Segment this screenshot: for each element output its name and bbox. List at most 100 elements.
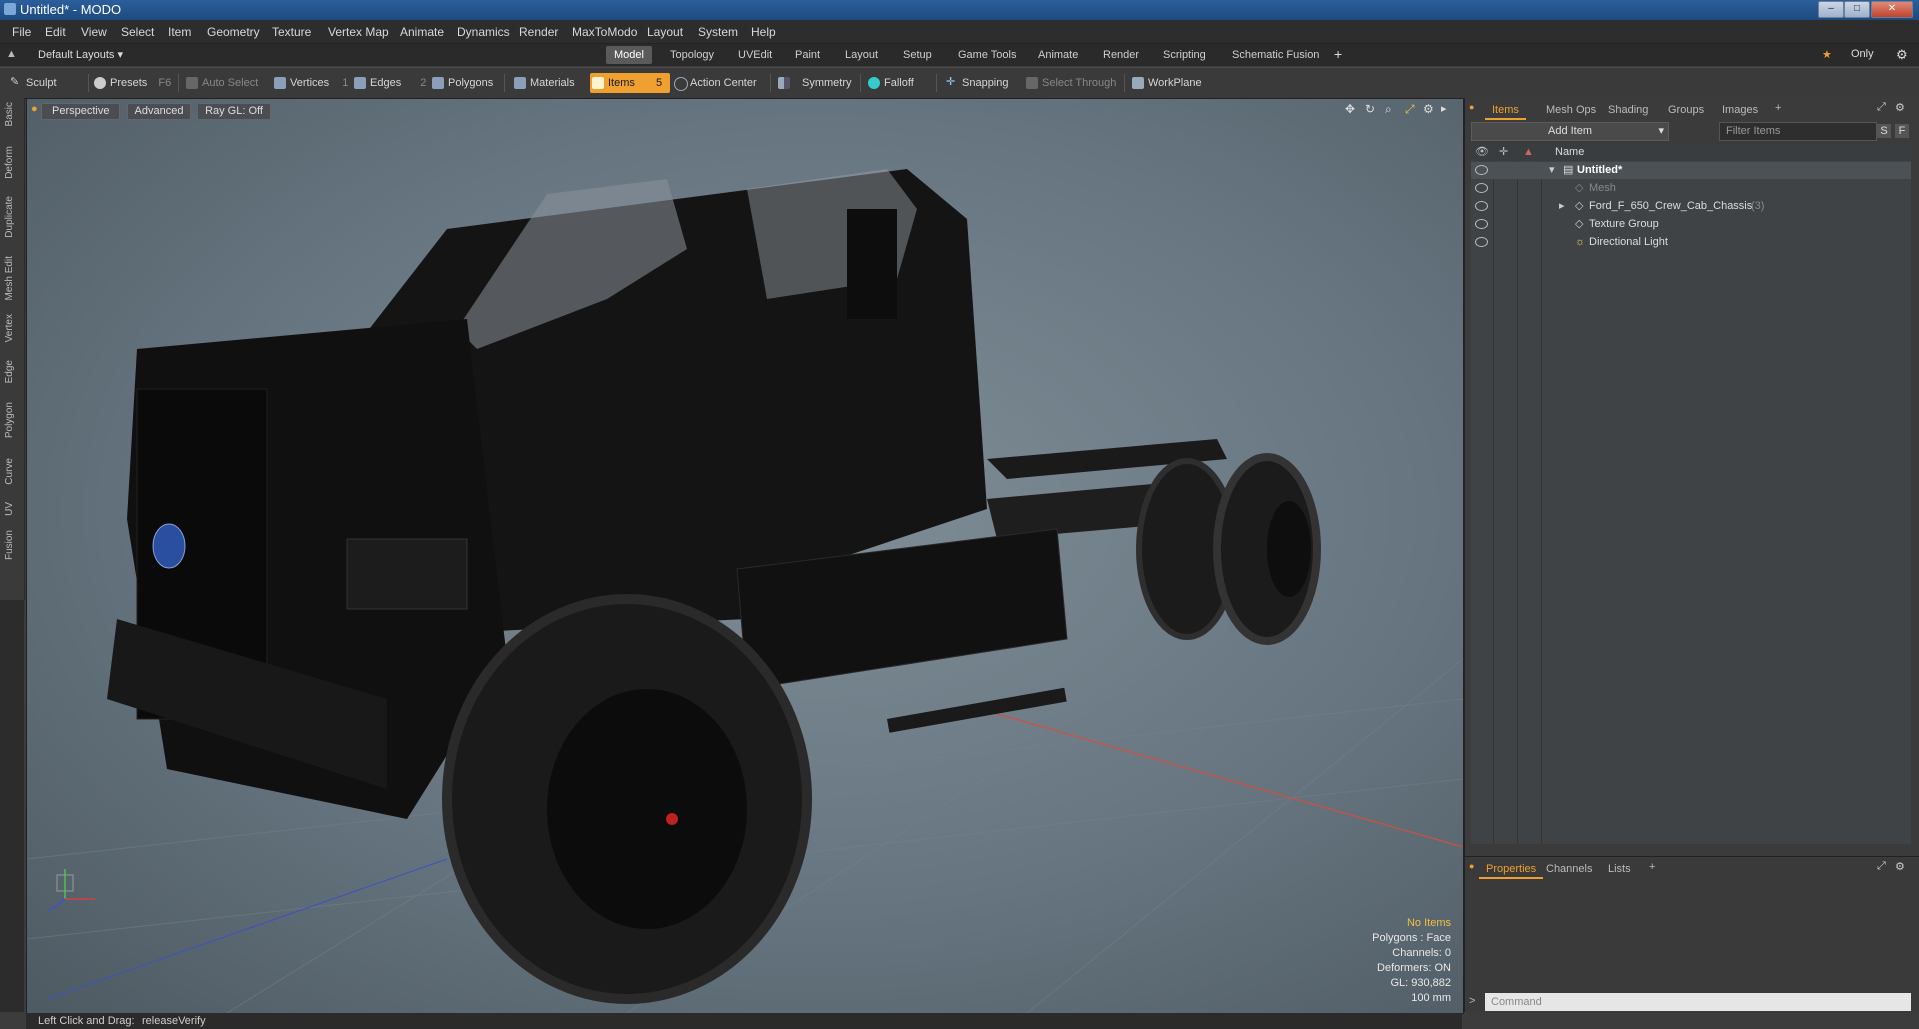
filter-items-input[interactable]: Filter Items xyxy=(1719,122,1877,141)
tab-animate[interactable]: Animate xyxy=(1030,46,1086,64)
left-tab-basic[interactable]: Basic xyxy=(4,102,15,126)
visibility-eye-icon[interactable] xyxy=(1475,165,1488,175)
tree-row-texture-group[interactable]: ◇ Texture Group xyxy=(1471,216,1911,233)
materials-button[interactable]: Materials xyxy=(512,73,575,93)
items-button[interactable]: Items 5 xyxy=(590,73,671,93)
tab-paint[interactable]: Paint xyxy=(787,46,828,64)
snapping-button[interactable]: ✛ Snapping xyxy=(944,73,1009,93)
action-center-button[interactable]: Action Center xyxy=(672,73,757,93)
menu-view[interactable]: View xyxy=(81,25,107,39)
gear-icon[interactable]: ⚙ xyxy=(1896,47,1908,63)
tab-game-tools[interactable]: Game Tools xyxy=(950,46,1025,64)
auto-select-button[interactable]: Auto Select xyxy=(184,73,258,93)
tree-row-untitled[interactable]: ▾ ▤ Untitled* xyxy=(1471,162,1911,179)
zoom-icon[interactable]: ⌕ xyxy=(1385,102,1392,117)
panel-settings-icon[interactable]: ⚙ xyxy=(1895,101,1905,114)
tab-shading[interactable]: Shading xyxy=(1601,102,1655,118)
menu-vertex-map[interactable]: Vertex Map xyxy=(328,25,389,39)
tab-groups[interactable]: Groups xyxy=(1661,102,1711,118)
maximize-button[interactable]: □ xyxy=(1844,1,1870,18)
layout-selector[interactable]: Default Layouts ▾ xyxy=(38,48,123,61)
close-button[interactable]: ✕ xyxy=(1871,1,1913,18)
tab-uvedit[interactable]: UVEdit xyxy=(730,46,780,64)
layout-collapse-icon[interactable]: ▲ xyxy=(6,48,17,60)
tab-images[interactable]: Images xyxy=(1715,102,1765,118)
menu-file[interactable]: File xyxy=(12,25,31,39)
sculpt-button[interactable]: ✎ Sculpt xyxy=(8,73,57,93)
props-options-icon[interactable]: ● xyxy=(1469,861,1474,871)
left-tab-uv[interactable]: UV xyxy=(4,502,15,516)
only-toggle[interactable]: Only xyxy=(1851,48,1874,60)
rotate-icon[interactable]: ↻ xyxy=(1365,102,1375,116)
tab-mesh-ops[interactable]: Mesh Ops xyxy=(1539,102,1603,118)
symmetry-button[interactable]: Symmetry xyxy=(776,73,852,93)
left-tab-duplicate[interactable]: Duplicate xyxy=(4,196,15,238)
name-column-header[interactable]: Name xyxy=(1555,144,1584,161)
panel-options-icon[interactable]: ● xyxy=(1469,102,1474,112)
menu-geometry[interactable]: Geometry xyxy=(207,25,260,39)
minimize-button[interactable]: – xyxy=(1818,1,1844,18)
panel-maximize-icon[interactable]: ⤢ xyxy=(1877,101,1886,114)
view-mode-dropdown[interactable]: Perspective xyxy=(41,103,121,120)
presets-button[interactable]: Presets F6 xyxy=(92,73,171,93)
edges-button[interactable]: Edges 2 xyxy=(352,73,426,93)
menu-render[interactable]: Render xyxy=(519,25,558,39)
menu-item[interactable]: Item xyxy=(168,25,191,39)
tab-properties[interactable]: Properties xyxy=(1479,861,1544,879)
tab-setup[interactable]: Setup xyxy=(895,46,940,64)
workplane-button[interactable]: WorkPlane xyxy=(1130,73,1202,93)
props-settings-icon[interactable]: ⚙ xyxy=(1895,860,1905,873)
visibility-eye-icon[interactable] xyxy=(1475,237,1488,247)
tab-render[interactable]: Render xyxy=(1095,46,1147,64)
tab-scripting[interactable]: Scripting xyxy=(1155,46,1214,64)
pan-icon[interactable]: ✥ xyxy=(1345,102,1355,116)
menu-system[interactable]: System xyxy=(698,25,738,39)
visibility-eye-icon[interactable] xyxy=(1475,201,1488,211)
tree-row-ford-chassis[interactable]: ▸ ◇ Ford_F_650_Crew_Cab_Chassis (3) xyxy=(1471,198,1911,215)
add-tab-icon[interactable]: + xyxy=(1334,46,1342,62)
tab-topology[interactable]: Topology xyxy=(662,46,722,64)
left-tab-mesh-edit[interactable]: Mesh Edit xyxy=(4,256,15,300)
vertices-button[interactable]: Vertices 1 xyxy=(272,73,348,93)
menu-animate[interactable]: Animate xyxy=(400,25,444,39)
menu-select[interactable]: Select xyxy=(121,25,154,39)
visibility-eye-icon[interactable] xyxy=(1475,219,1488,229)
expand-arrow-icon[interactable]: ▾ xyxy=(1549,162,1555,179)
filter-f-button[interactable]: F xyxy=(1895,124,1909,138)
menu-layout[interactable]: Layout xyxy=(647,25,683,39)
polygons-button[interactable]: Polygons xyxy=(430,73,493,93)
viewport-settings-icon[interactable]: ⚙ xyxy=(1423,102,1434,116)
raygl-toggle[interactable]: Ray GL: Off xyxy=(197,103,271,120)
expand-arrow-icon[interactable]: ▸ xyxy=(1559,198,1565,215)
menu-help[interactable]: Help xyxy=(751,25,776,39)
left-tab-curve[interactable]: Curve xyxy=(4,458,15,485)
tab-lists[interactable]: Lists xyxy=(1601,861,1638,877)
viewport-expand-icon[interactable]: ▸ xyxy=(1441,102,1447,115)
menu-maxtomodo[interactable]: MaxToModo xyxy=(572,25,637,39)
tab-schematic-fusion[interactable]: Schematic Fusion xyxy=(1224,46,1327,64)
command-input[interactable]: Command xyxy=(1485,993,1911,1011)
filter-s-button[interactable]: S xyxy=(1877,124,1891,138)
menu-texture[interactable]: Texture xyxy=(272,25,311,39)
3d-viewport[interactable]: ● Perspective Advanced Ray GL: Off ✥ ↻ ⌕… xyxy=(26,98,1464,1014)
left-tab-deform[interactable]: Deform xyxy=(4,146,15,179)
left-tab-polygon[interactable]: Polygon xyxy=(4,402,15,438)
tab-items[interactable]: Items xyxy=(1485,102,1526,120)
add-props-tab-icon[interactable]: + xyxy=(1649,861,1655,873)
add-panel-tab-icon[interactable]: + xyxy=(1775,102,1781,114)
left-tab-fusion[interactable]: Fusion xyxy=(4,530,15,560)
advanced-shading-dropdown[interactable]: Advanced xyxy=(127,103,191,120)
visibility-eye-icon[interactable] xyxy=(1475,183,1488,193)
menu-edit[interactable]: Edit xyxy=(45,25,66,39)
props-maximize-icon[interactable]: ⤢ xyxy=(1877,860,1886,873)
fit-view-icon[interactable]: ⤢ xyxy=(1405,102,1415,117)
add-item-button[interactable]: Add Item ▾ xyxy=(1471,122,1669,141)
menu-dynamics[interactable]: Dynamics xyxy=(457,25,510,39)
falloff-button[interactable]: Falloff xyxy=(866,73,914,93)
left-tab-edge[interactable]: Edge xyxy=(4,360,15,383)
tab-layout[interactable]: Layout xyxy=(837,46,886,64)
tab-model[interactable]: Model xyxy=(606,46,652,64)
left-tab-vertex[interactable]: Vertex xyxy=(4,314,15,342)
viewport-options-icon[interactable]: ● xyxy=(31,103,38,115)
select-through-button[interactable]: Select Through xyxy=(1024,73,1116,93)
